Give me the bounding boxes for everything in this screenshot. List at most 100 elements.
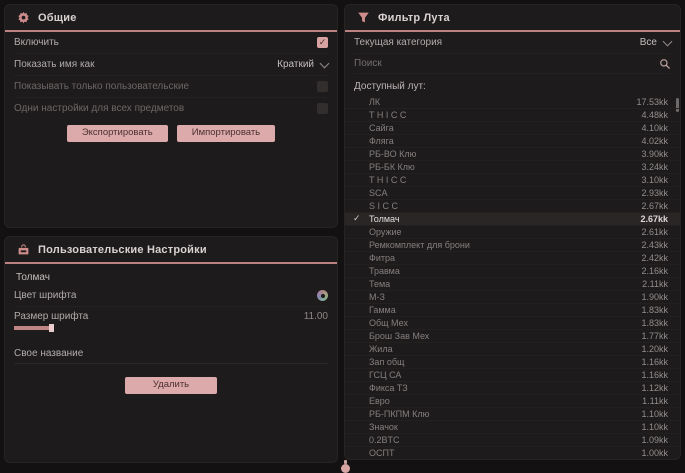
category-select[interactable]: Все bbox=[640, 37, 671, 48]
loot-item-value: 4.10kk bbox=[641, 123, 668, 133]
loot-item-row[interactable]: T H I C C3.10kk bbox=[345, 174, 680, 187]
loot-item-value: 1.83kk bbox=[641, 305, 668, 315]
search-icon[interactable] bbox=[659, 58, 671, 70]
loot-item-row[interactable]: Фитра2.42kk bbox=[345, 252, 680, 265]
font-size-slider-handle[interactable] bbox=[49, 324, 54, 332]
loot-item-row[interactable]: Фляга4.02kk bbox=[345, 135, 680, 148]
font-size-label: Размер шрифта bbox=[14, 311, 88, 322]
loot-item-row[interactable]: Травма2.16kk bbox=[345, 265, 680, 278]
loot-item-name: Сайга bbox=[369, 123, 641, 133]
loot-item-value: 1.12kk bbox=[641, 383, 668, 393]
font-color-row: Цвет шрифта bbox=[14, 285, 328, 307]
user-settings-header: Пользовательские Настройки bbox=[5, 237, 337, 264]
funnel-icon bbox=[357, 11, 370, 24]
loot-item-value: 1.09kk bbox=[641, 435, 668, 445]
loot-item-value: 1.16kk bbox=[641, 370, 668, 380]
loot-item-row[interactable]: ЛК17.53kk bbox=[345, 96, 680, 109]
only-custom-checkbox[interactable] bbox=[317, 81, 328, 92]
gear-icon bbox=[17, 11, 30, 24]
loot-item-row[interactable]: ГСЦ СА1.16kk bbox=[345, 369, 680, 382]
same-settings-label: Одни настройки для всех предметов bbox=[14, 103, 184, 114]
font-color-label: Цвет шрифта bbox=[14, 290, 76, 301]
loot-item-row[interactable]: T H I C C4.48kk bbox=[345, 109, 680, 122]
loot-item-row[interactable]: Евро1.11kk bbox=[345, 395, 680, 408]
loot-item-value: 1.90kk bbox=[641, 292, 668, 302]
font-size-value: 11.00 bbox=[304, 311, 328, 322]
loot-item-row[interactable]: РБ-ПКПМ Клю1.10kk bbox=[345, 408, 680, 421]
custom-name-input[interactable]: Свое название bbox=[14, 343, 328, 364]
loot-item-row[interactable]: ✓Толмач2.67kk bbox=[345, 213, 680, 226]
enable-checkbox[interactable]: ✓ bbox=[317, 37, 328, 48]
loot-item-name: T H I C C bbox=[369, 110, 641, 120]
loot-item-name: Фитра bbox=[369, 253, 641, 263]
same-settings-row: Одни настройки для всех предметов bbox=[14, 98, 328, 119]
same-settings-checkbox[interactable] bbox=[317, 103, 328, 114]
loot-item-row[interactable]: Значок1.10kk bbox=[345, 421, 680, 434]
loot-item-name: T H I C C bbox=[369, 175, 641, 185]
chevron-down-icon bbox=[320, 58, 330, 68]
font-size-slider[interactable] bbox=[14, 326, 328, 331]
loot-item-name: Общ Мех bbox=[369, 318, 641, 328]
enable-label: Включить bbox=[14, 37, 59, 48]
user-settings-panel: Пользовательские Настройки Толмач Цвет ш… bbox=[4, 236, 338, 463]
loot-item-name: Евро bbox=[369, 396, 642, 406]
show-name-as-select[interactable]: Краткий bbox=[277, 59, 328, 70]
loot-item-name: Жила bbox=[369, 344, 641, 354]
show-name-as-label: Показать имя как bbox=[14, 59, 94, 70]
loot-item-row[interactable]: Тема2.11kk bbox=[345, 278, 680, 291]
loot-item-row[interactable]: Гамма1.83kk bbox=[345, 304, 680, 317]
available-loot-label: Доступный лут: bbox=[354, 81, 671, 92]
loot-item-row[interactable]: Ремкомплект для брони2.43kk bbox=[345, 239, 680, 252]
custom-name-label: Свое название bbox=[14, 348, 83, 359]
loot-item-row[interactable]: РБ-БК Клю3.24kk bbox=[345, 161, 680, 174]
general-panel-title: Общие bbox=[38, 12, 77, 24]
loot-item-value: 1.20kk bbox=[641, 344, 668, 354]
loot-item-row[interactable]: Жила1.20kk bbox=[345, 343, 680, 356]
loot-item-name: Фляга bbox=[369, 136, 641, 146]
search-input[interactable] bbox=[354, 58, 659, 69]
loot-item-row[interactable]: Зап общ1.16kk bbox=[345, 356, 680, 369]
loot-item-name: 0.2BTC bbox=[369, 435, 641, 445]
loot-item-row[interactable]: Сайга4.10kk bbox=[345, 122, 680, 135]
loot-item-value: 1.10kk bbox=[641, 422, 668, 432]
loot-item-value: 3.10kk bbox=[641, 175, 668, 185]
loot-item-row[interactable]: S I C C2.67kk bbox=[345, 200, 680, 213]
loot-filter-header: Фильтр Лута bbox=[345, 5, 680, 32]
loot-item-name: S I C C bbox=[369, 201, 641, 211]
backpack-icon bbox=[17, 243, 30, 256]
loot-item-name: РБ-ПКПМ Клю bbox=[369, 409, 641, 419]
loot-item-value: 4.02kk bbox=[641, 136, 668, 146]
loot-item-value: 1.00kk bbox=[641, 448, 668, 458]
enable-row: Включить ✓ bbox=[14, 32, 328, 54]
font-size-row: Размер шрифта 11.00 bbox=[14, 307, 328, 325]
loot-item-row[interactable]: Оружие2.61kk bbox=[345, 226, 680, 239]
loot-item-value: 2.16kk bbox=[641, 266, 668, 276]
general-panel-header: Общие bbox=[5, 5, 337, 32]
loot-item-row[interactable]: Фикса ТЗ1.12kk bbox=[345, 382, 680, 395]
loot-item-name: Травма bbox=[369, 266, 641, 276]
loot-item-row[interactable]: 0.2BTC1.09kk bbox=[345, 434, 680, 447]
chevron-down-icon bbox=[663, 36, 673, 46]
loot-item-row[interactable]: Общ Мех1.83kk bbox=[345, 317, 680, 330]
loot-item-row[interactable]: Брош Зав Мех1.77kk bbox=[345, 330, 680, 343]
import-button[interactable]: Импортировать bbox=[177, 125, 275, 142]
loot-item-value: 1.10kk bbox=[641, 409, 668, 419]
check-icon: ✓ bbox=[353, 214, 361, 223]
loot-filter-panel: Фильтр Лута Текущая категория Все Доступ… bbox=[344, 4, 681, 460]
category-value: Все bbox=[640, 37, 657, 48]
loot-item-value: 2.67kk bbox=[640, 214, 668, 224]
loot-item-value: 1.16kk bbox=[641, 357, 668, 367]
loot-item-value: 3.24kk bbox=[641, 162, 668, 172]
loot-item-row[interactable]: SCA2.93kk bbox=[345, 187, 680, 200]
drag-handle[interactable] bbox=[340, 460, 350, 473]
export-button[interactable]: Экспортировать bbox=[67, 125, 168, 142]
loot-list: ЛК17.53kkT H I C C4.48kkСайга4.10kkФляга… bbox=[345, 96, 680, 459]
loot-item-value: 2.11kk bbox=[642, 279, 668, 289]
loot-item-value: 17.53kk bbox=[636, 97, 668, 107]
loot-item-row[interactable]: М-З1.90kk bbox=[345, 291, 680, 304]
loot-item-row[interactable]: РБ-ВО Клю3.90kk bbox=[345, 148, 680, 161]
loot-item-row[interactable]: ОСПТ1.00kk bbox=[345, 447, 680, 459]
color-wheel-icon[interactable] bbox=[317, 290, 328, 301]
delete-button[interactable]: Удалить bbox=[125, 377, 217, 394]
loot-item-value: 3.90kk bbox=[641, 149, 668, 159]
